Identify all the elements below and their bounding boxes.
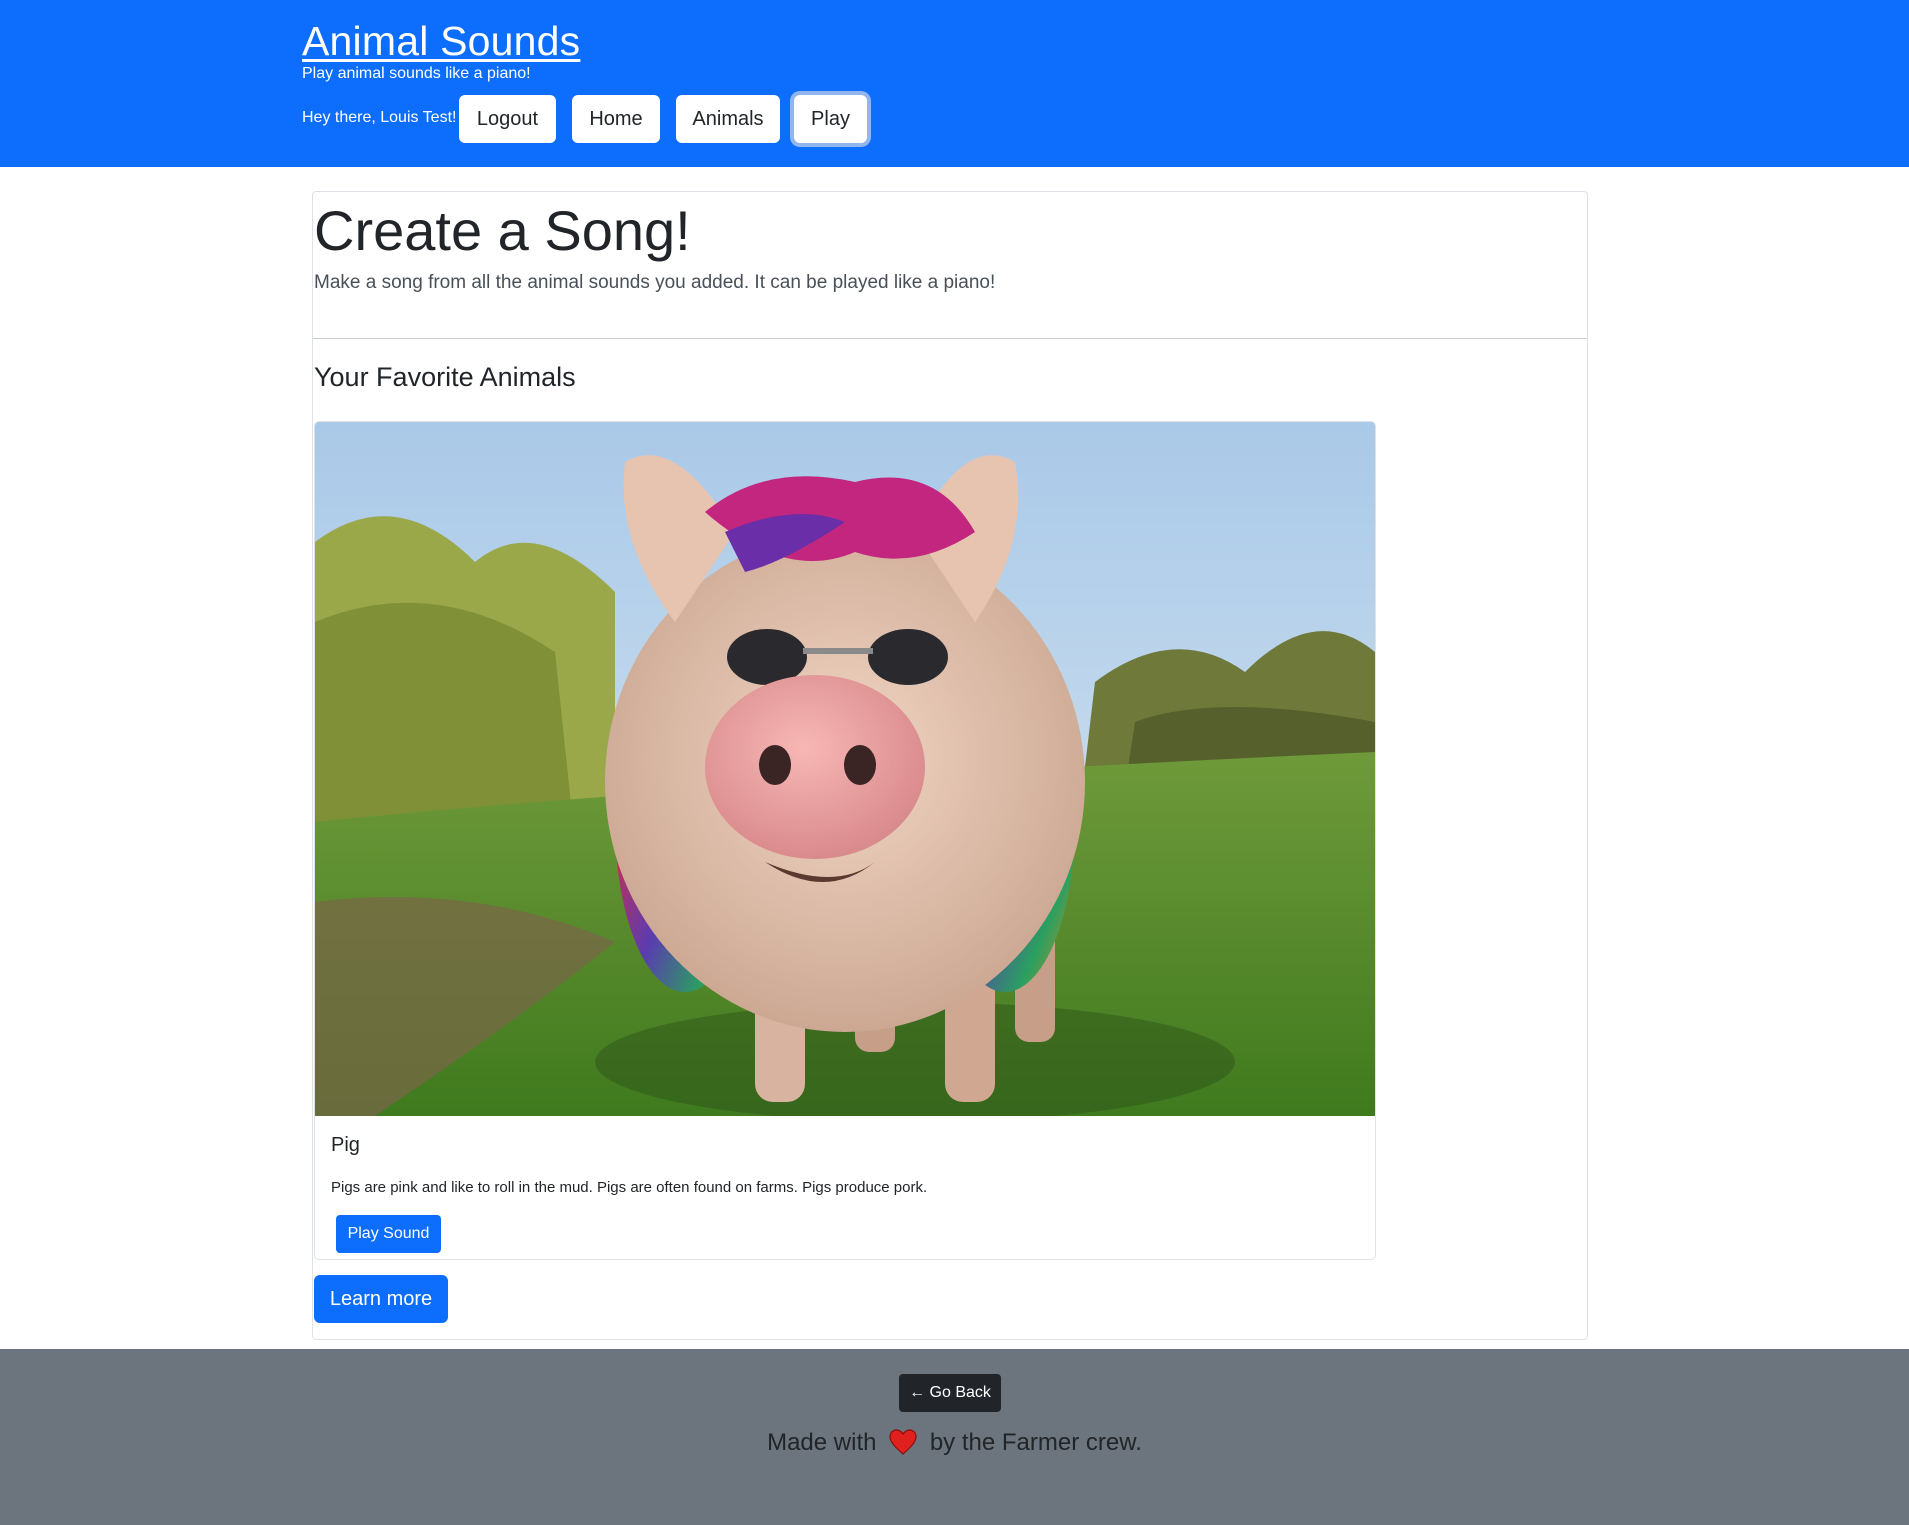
heart-icon: [889, 1429, 917, 1455]
page-subtitle: Make a song from all the animal sounds y…: [314, 272, 996, 293]
footer-credit: Made with by the Farmer crew.: [0, 1429, 1909, 1457]
page-header: Create a Song! Make a song from all the …: [313, 192, 1587, 339]
content-card: Create a Song! Make a song from all the …: [312, 191, 1588, 1340]
top-navbar: Animal Sounds Play animal sounds like a …: [0, 0, 1909, 167]
brand-link[interactable]: Animal Sounds: [302, 16, 580, 66]
animal-card: Pig Pigs are pink and like to roll in th…: [314, 421, 1376, 1260]
nav-play-button[interactable]: Play: [794, 95, 867, 143]
user-greeting: Hey there, Louis Test!: [302, 109, 457, 126]
play-sound-button[interactable]: Play Sound: [336, 1215, 441, 1253]
nav-animals-button[interactable]: Animals: [676, 95, 780, 143]
footer-by-crew: by the Farmer crew.: [929, 1429, 1142, 1456]
learn-more-button[interactable]: Learn more: [314, 1275, 448, 1323]
animal-name: Pig: [331, 1134, 360, 1156]
footer: ← Go Back Made with by the Farmer crew.: [0, 1349, 1909, 1525]
favorites-heading: Your Favorite Animals: [314, 362, 576, 392]
nav-home-button[interactable]: Home: [572, 95, 660, 143]
animal-description: Pigs are pink and like to roll in the mu…: [331, 1179, 928, 1196]
go-back-button[interactable]: ← Go Back: [899, 1374, 1001, 1412]
page-title: Create a Song!: [314, 199, 691, 262]
pig-photo: [315, 422, 1375, 1116]
brand-tagline: Play animal sounds like a piano!: [302, 65, 531, 82]
logout-button[interactable]: Logout: [459, 95, 556, 143]
footer-made-with: Made with: [767, 1429, 877, 1456]
